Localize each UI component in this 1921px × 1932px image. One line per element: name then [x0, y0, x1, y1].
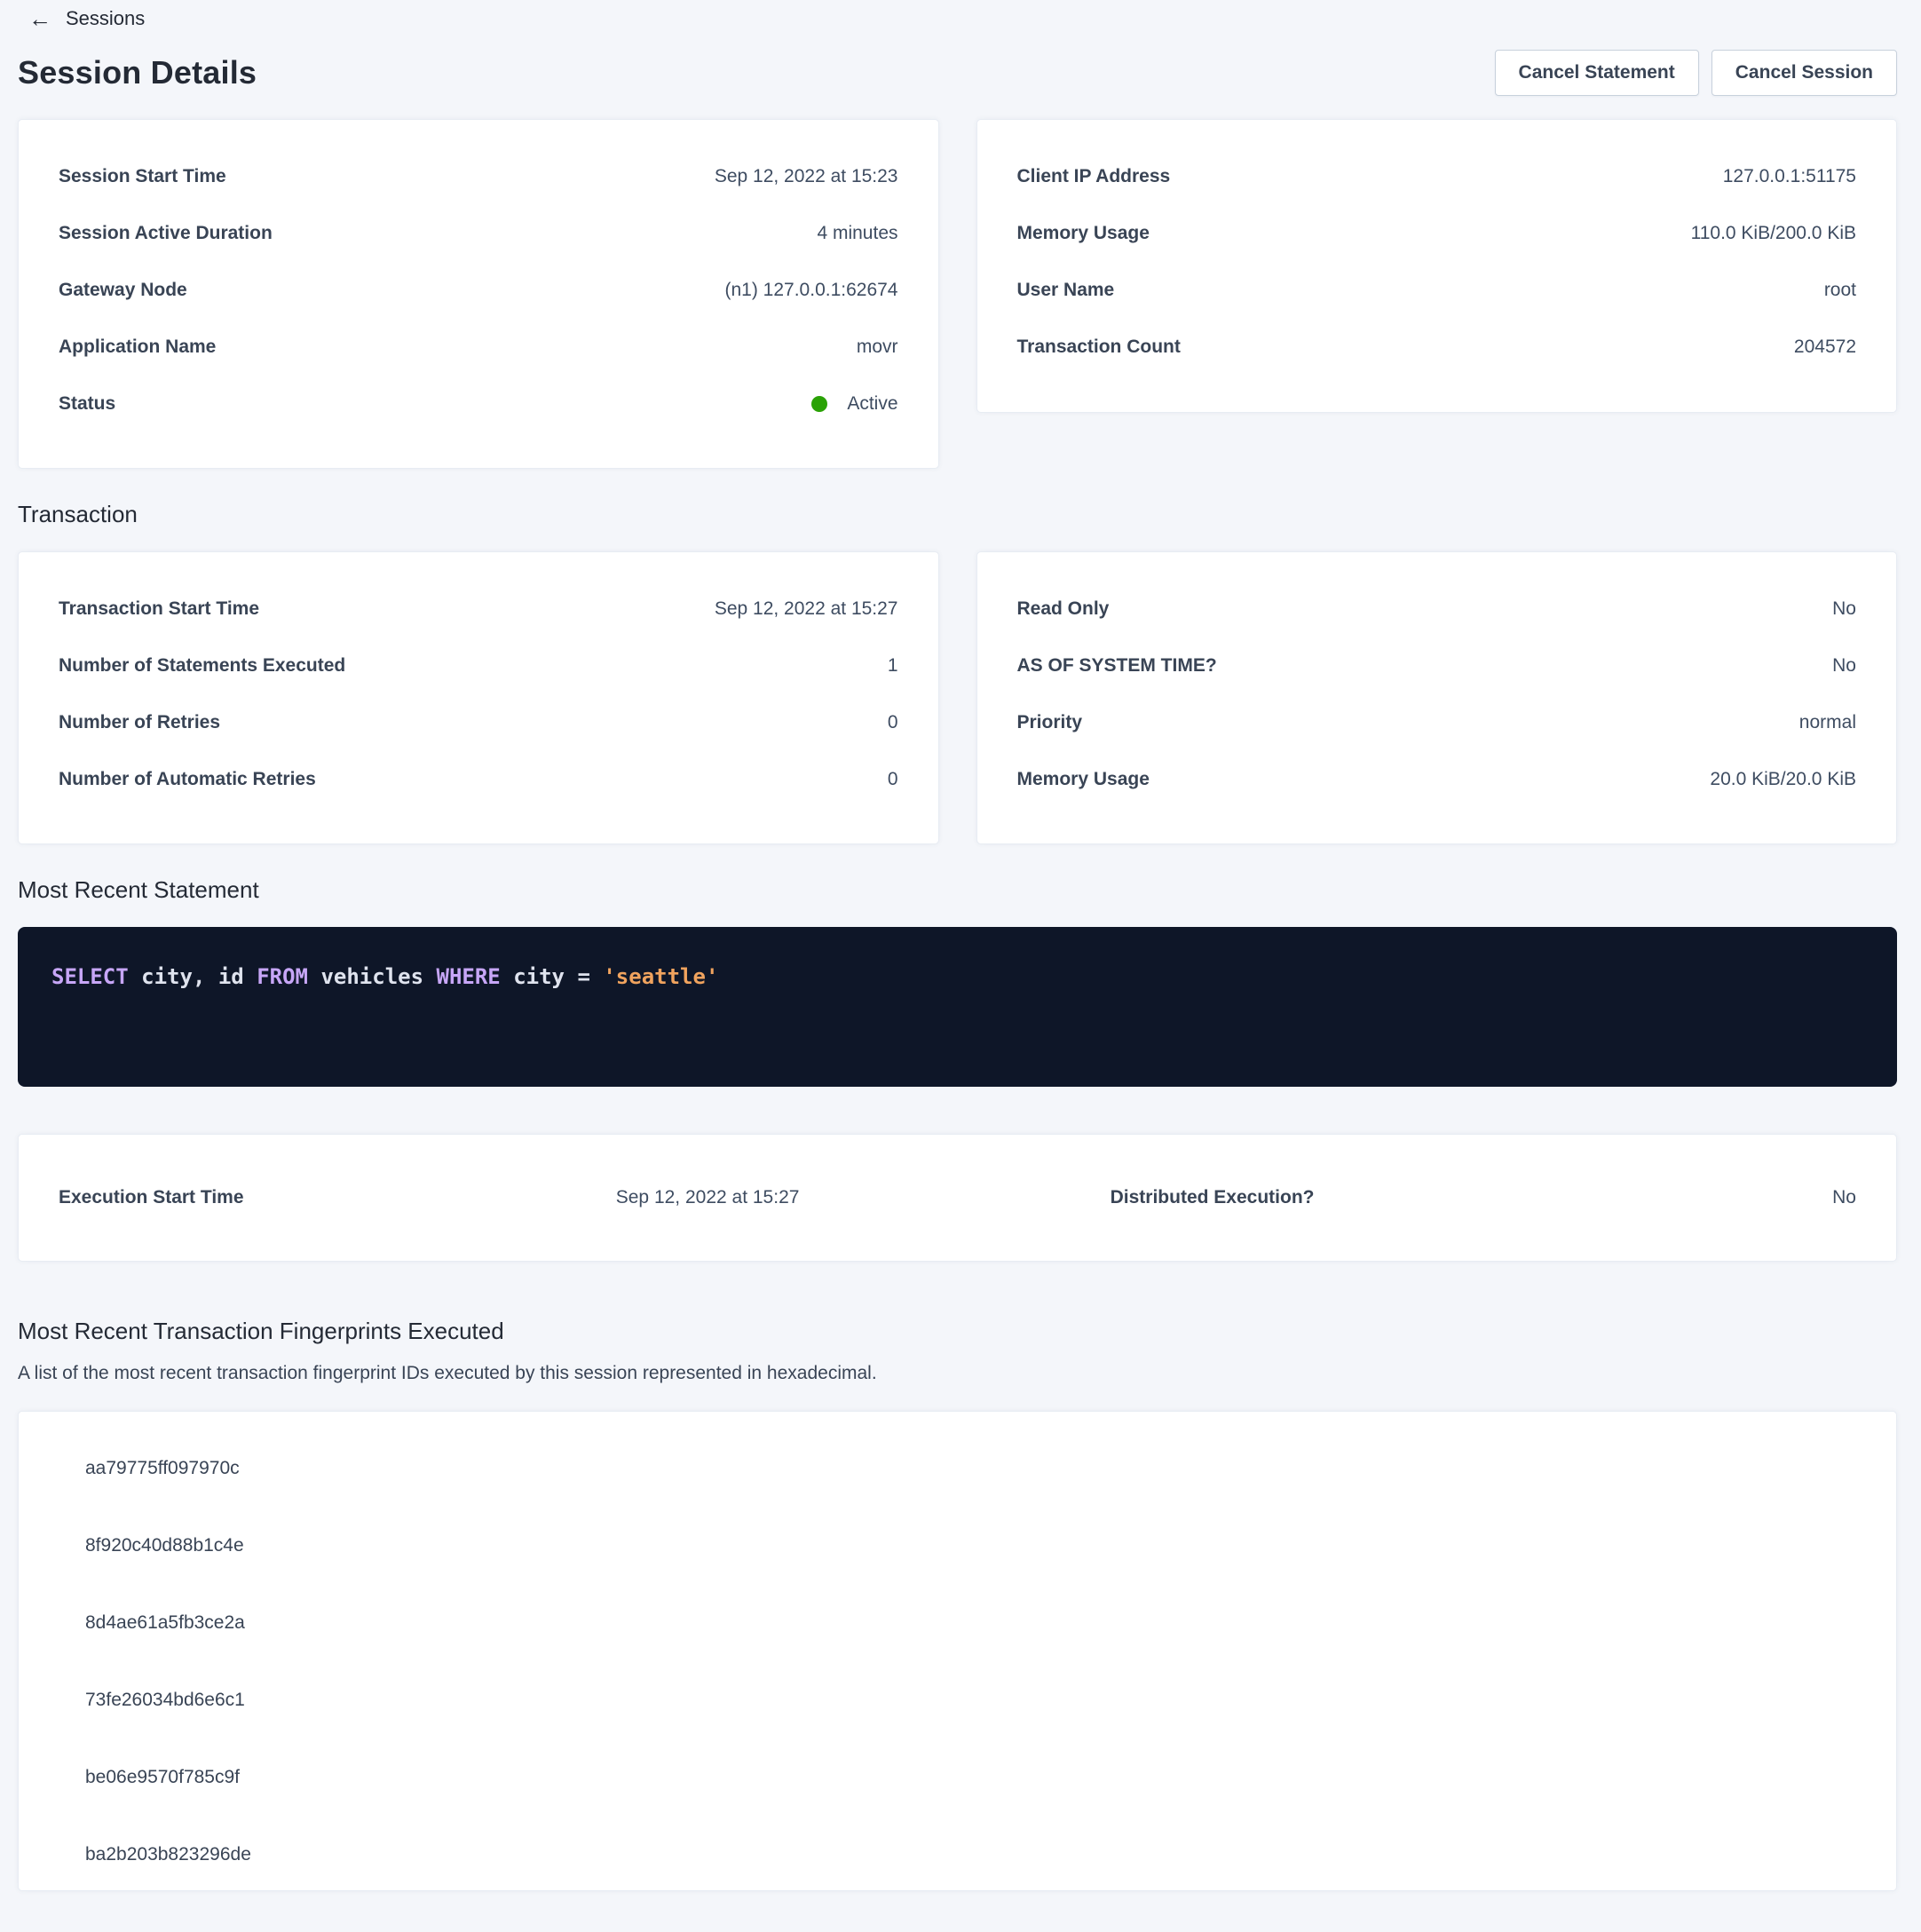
row-label: Transaction Start Time	[59, 598, 259, 620]
transaction-card-right: Read Only No AS OF SYSTEM TIME? No Prior…	[976, 551, 1898, 844]
user-name-row: User Name root	[1017, 280, 1857, 301]
fingerprint-item: 8f920c40d88b1c4e	[85, 1535, 1856, 1556]
fingerprint-item: aa79775ff097970c	[85, 1458, 1856, 1478]
row-value: normal	[1799, 712, 1856, 733]
read-only-row: Read Only No	[1017, 598, 1857, 620]
distributed-execution-label: Distributed Execution?	[1111, 1187, 1605, 1208]
row-value: 0	[888, 769, 898, 790]
fingerprints-list: aa79775ff097970c 8f920c40d88b1c4e 8d4ae6…	[85, 1458, 1856, 1865]
row-label: Session Active Duration	[59, 223, 273, 244]
row-label: Priority	[1017, 712, 1083, 733]
retries-row: Number of Retries 0	[59, 712, 898, 733]
execution-start-time-label: Execution Start Time	[59, 1187, 616, 1208]
fingerprint-item: 73fe26034bd6e6c1	[85, 1690, 1856, 1710]
transaction-row: Transaction Start Time Sep 12, 2022 at 1…	[18, 551, 1897, 844]
sql-text: city, id	[129, 964, 257, 989]
back-link-label: Sessions	[66, 7, 145, 30]
session-active-duration-row: Session Active Duration 4 minutes	[59, 223, 898, 244]
status-badge: Active	[847, 393, 897, 415]
automatic-retries-row: Number of Automatic Retries 0	[59, 769, 898, 790]
session-card-left: Session Start Time Sep 12, 2022 at 15:23…	[18, 119, 939, 469]
row-value: Sep 12, 2022 at 15:27	[715, 598, 898, 620]
transaction-section-heading: Transaction	[18, 501, 1897, 528]
row-label: Gateway Node	[59, 280, 187, 301]
fingerprints-description: A list of the most recent transaction fi…	[18, 1363, 1897, 1384]
transaction-card-left: Transaction Start Time Sep 12, 2022 at 1…	[18, 551, 939, 844]
statements-executed-row: Number of Statements Executed 1	[59, 655, 898, 677]
row-label: AS OF SYSTEM TIME?	[1017, 655, 1217, 677]
row-value: 110.0 KiB/200.0 KiB	[1691, 223, 1856, 244]
row-label: Status	[59, 393, 115, 415]
row-value: 204572	[1794, 337, 1856, 358]
priority-row: Priority normal	[1017, 712, 1857, 733]
back-arrow-icon: ←	[28, 9, 51, 28]
execution-summary-card: Execution Start Time Sep 12, 2022 at 15:…	[18, 1134, 1897, 1262]
row-label: Number of Statements Executed	[59, 655, 345, 677]
status-active-dot-icon	[811, 396, 827, 412]
statement-section-heading: Most Recent Statement	[18, 876, 1897, 904]
row-value: No	[1832, 598, 1856, 620]
fingerprints-card: aa79775ff097970c 8f920c40d88b1c4e 8d4ae6…	[18, 1411, 1897, 1891]
distributed-execution-value: No	[1605, 1187, 1857, 1208]
page-title: Session Details	[18, 54, 257, 91]
gateway-node-row: Gateway Node (n1) 127.0.0.1:62674	[59, 280, 898, 301]
execution-start-time-value: Sep 12, 2022 at 15:27	[616, 1187, 1111, 1208]
sql-keyword: FROM	[257, 964, 308, 989]
application-name-row: Application Name movr	[59, 337, 898, 358]
transaction-count-row: Transaction Count 204572	[1017, 337, 1857, 358]
row-value: 1	[888, 655, 898, 677]
txn-memory-usage-row: Memory Usage 20.0 KiB/20.0 KiB	[1017, 769, 1857, 790]
back-to-sessions-link[interactable]: ← Sessions	[18, 0, 145, 30]
row-label: Read Only	[1017, 598, 1110, 620]
row-label: Memory Usage	[1017, 223, 1150, 244]
fingerprints-section-heading: Most Recent Transaction Fingerprints Exe…	[18, 1318, 1897, 1345]
row-label: Application Name	[59, 337, 216, 358]
gateway-node-link[interactable]: (n1) 127.0.0.1:62674	[725, 280, 898, 301]
row-label: Transaction Count	[1017, 337, 1181, 358]
fingerprint-item: ba2b203b823296de	[85, 1844, 1856, 1865]
row-value: 0	[888, 712, 898, 733]
row-label: Number of Automatic Retries	[59, 769, 316, 790]
row-value: No	[1832, 655, 1856, 677]
row-label: User Name	[1017, 280, 1115, 301]
sql-keyword: SELECT	[51, 964, 129, 989]
transaction-start-time-row: Transaction Start Time Sep 12, 2022 at 1…	[59, 598, 898, 620]
row-label: Client IP Address	[1017, 166, 1171, 187]
sql-statement-box: SELECT city, id FROM vehicles WHERE city…	[18, 927, 1897, 1087]
action-buttons: Cancel Statement Cancel Session	[1495, 50, 1897, 96]
memory-usage-row: Memory Usage 110.0 KiB/200.0 KiB	[1017, 223, 1857, 244]
sql-statement-text: SELECT city, id FROM vehicles WHERE city…	[51, 964, 1863, 989]
row-label: Number of Retries	[59, 712, 220, 733]
sql-text: city =	[501, 964, 604, 989]
client-ip-row: Client IP Address 127.0.0.1:51175	[1017, 166, 1857, 187]
cancel-statement-button[interactable]: Cancel Statement	[1495, 50, 1699, 96]
sql-string-literal: 'seattle'	[603, 964, 718, 989]
title-bar: Session Details Cancel Statement Cancel …	[18, 50, 1897, 96]
session-details-page: ← Sessions Session Details Cancel Statem…	[0, 0, 1921, 1891]
session-card-right: Client IP Address 127.0.0.1:51175 Memory…	[976, 119, 1898, 413]
sql-keyword: WHERE	[437, 964, 501, 989]
row-value: Sep 12, 2022 at 15:23	[715, 166, 898, 187]
fingerprint-item: be06e9570f785c9f	[85, 1767, 1856, 1787]
row-label: Memory Usage	[1017, 769, 1150, 790]
row-label: Session Start Time	[59, 166, 226, 187]
fingerprint-item: 8d4ae61a5fb3ce2a	[85, 1612, 1856, 1633]
session-start-time-row: Session Start Time Sep 12, 2022 at 15:23	[59, 166, 898, 187]
row-value: 20.0 KiB/20.0 KiB	[1710, 769, 1856, 790]
status-row: Status Active	[59, 393, 898, 415]
row-value: root	[1824, 280, 1856, 301]
cancel-session-button[interactable]: Cancel Session	[1712, 50, 1897, 96]
row-value: movr	[857, 337, 898, 358]
as-of-system-time-row: AS OF SYSTEM TIME? No	[1017, 655, 1857, 677]
row-value: 127.0.0.1:51175	[1723, 166, 1856, 187]
status-value: Active	[811, 393, 897, 415]
row-value: 4 minutes	[817, 223, 897, 244]
sql-text: vehicles	[308, 964, 437, 989]
session-summary-row: Session Start Time Sep 12, 2022 at 15:23…	[18, 119, 1897, 469]
